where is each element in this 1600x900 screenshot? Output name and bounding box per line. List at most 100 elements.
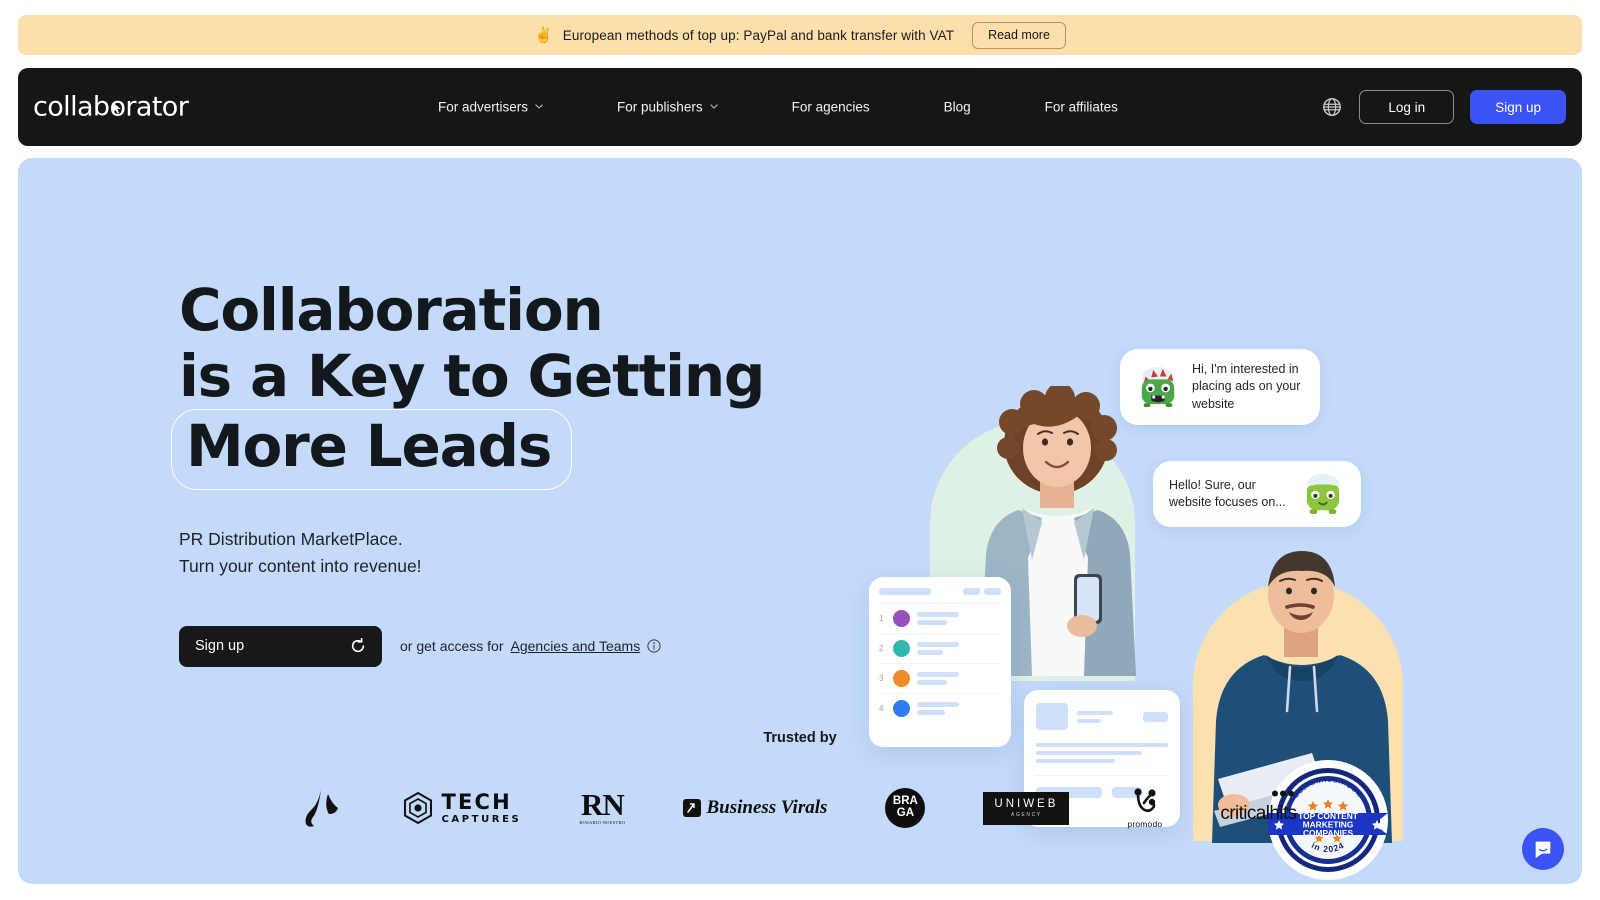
nav-item-for-agencies[interactable]: For agencies: [755, 100, 907, 115]
skeleton-lines: [917, 642, 959, 655]
logo-o-with-cursor: o: [109, 92, 126, 123]
skeleton-lines: [917, 612, 959, 625]
chat-widget-button[interactable]: [1522, 828, 1564, 870]
criticalhits-dots-icon: [1271, 790, 1294, 797]
business-virals-text: Business Virals: [706, 797, 828, 818]
uniweb-box-mark: UNIWEB AGENCY: [983, 791, 1070, 825]
headline-line-2: is a Key to Getting: [179, 341, 765, 410]
braga-logo: BRA GA: [885, 780, 926, 836]
chat-bubble-publisher: Hello! Sure, our website focuses on...: [1153, 461, 1361, 527]
list-item-avatar: [893, 700, 910, 717]
uniweb-sub-text: AGENCY: [1011, 812, 1042, 818]
tech-captures-logo: TECH CAPTURES: [403, 780, 521, 836]
header-actions: Log in Sign up: [1321, 90, 1566, 124]
hero-cta-row: Sign up or get access for Agencies and T…: [179, 625, 819, 667]
nav-label: For publishers: [617, 99, 703, 115]
subtitle-line-1: PR Distribution MarketPlace.: [179, 528, 403, 549]
list-item-avatar: [893, 610, 910, 627]
promodo-logo: promodo: [1127, 780, 1162, 836]
list-item-number: 4: [879, 704, 884, 713]
swoosh-mark-icon: [305, 790, 339, 827]
promo-banner-text: European methods of top up: PayPal and b…: [562, 27, 955, 43]
green-monster-avatar-2: [1306, 473, 1340, 515]
rn-sub-text: ROSARIO NUESTRO: [579, 820, 626, 826]
uniweb-main-text: UNIWEB: [994, 798, 1059, 810]
list-item[interactable]: 2: [879, 633, 1001, 663]
rn-main-text: RN: [581, 786, 625, 822]
list-item[interactable]: 1: [879, 603, 1001, 633]
promo-banner: ✌️ European methods of top up: PayPal an…: [18, 15, 1582, 55]
nav-item-for-publishers[interactable]: For publishers: [580, 100, 755, 115]
swoosh-mark-logo: [303, 780, 345, 836]
braga-sub-text: GA: [896, 807, 915, 819]
nav-label: For affiliates: [1044, 99, 1118, 115]
agencies-and-teams-link[interactable]: Agencies and Teams: [511, 638, 641, 654]
business-virals-logo: Business Virals: [683, 780, 827, 836]
promodo-mark-icon: [1134, 787, 1156, 812]
victory-hand-emoji: ✌️: [534, 26, 553, 44]
list-item-avatar: [893, 670, 910, 687]
chat-bubble-advertiser: Hi, I'm interested in placing ads on you…: [1120, 349, 1320, 425]
cta-note-prefix: or get access for: [400, 638, 504, 655]
agencies-teams-note: or get access for Agencies and Teams: [400, 638, 661, 654]
skeleton-thumbnail: [1036, 703, 1068, 730]
nav-label: For advertisers: [438, 99, 529, 115]
nav-item-for-advertisers[interactable]: For advertisers: [438, 100, 580, 115]
criticalhits-logo: criticalhits: [1220, 780, 1297, 836]
headline-highlight-box: More Leads: [171, 409, 573, 490]
subtitle-line-2: Turn your content into revenue!: [179, 555, 422, 576]
green-monster-avatar: [1141, 366, 1175, 407]
list-item-avatar: [893, 640, 910, 657]
landing-page: ✌️ European methods of top up: PayPal an…: [0, 0, 1600, 900]
chat-bubble-1-text: Hi, I'm interested in placing ads on you…: [1192, 362, 1301, 411]
tech-captures-main-text: TECH: [441, 789, 512, 814]
skeleton-lines: [917, 672, 959, 685]
list-item-number: 3: [879, 674, 884, 683]
cursor-pointer-icon: [113, 102, 122, 114]
log-in-button[interactable]: Log in: [1359, 90, 1455, 124]
nav-item-for-affiliates[interactable]: For affiliates: [1008, 100, 1155, 115]
criticalhits-text: criticalhits: [1220, 803, 1297, 824]
list-item[interactable]: 3: [879, 663, 1001, 693]
uniweb-logo: UNIWEB AGENCY: [983, 780, 1070, 836]
sites-list-card: 1 2 3 4: [869, 577, 1011, 747]
sign-up-button-hero[interactable]: Sign up: [179, 625, 382, 667]
list-item-number: 2: [879, 644, 884, 653]
sign-up-button-header[interactable]: Sign up: [1470, 90, 1566, 124]
site-header: collab o rator For advertisers For publi…: [18, 68, 1582, 146]
skeleton-bar: [984, 588, 1001, 595]
tech-captures-mark-icon: [404, 792, 433, 824]
page-title: Collaboration is a Key to Getting More L…: [171, 276, 819, 490]
nav-label: Blog: [943, 99, 971, 115]
skeleton-lines: [917, 702, 959, 715]
chevron-down-icon: [535, 103, 543, 109]
promodo-text: promodo: [1127, 818, 1163, 829]
skeleton-bar: [963, 588, 980, 595]
trusted-by-title: Trusted by: [763, 730, 837, 746]
chevron-down-icon: [709, 103, 718, 109]
cta-label: Sign up: [195, 638, 245, 655]
list-item-number: 1: [879, 614, 884, 623]
tech-captures-sub-text: CAPTURES: [441, 813, 522, 825]
nav-item-blog[interactable]: Blog: [907, 100, 1008, 115]
hero-section: Collaboration is a Key to Getting More L…: [18, 158, 1582, 884]
hero-subtitle: PR Distribution MarketPlace. Turn your c…: [179, 526, 819, 580]
list-card-header: [879, 588, 1001, 595]
info-icon[interactable]: [647, 639, 661, 653]
hero-illustration: Hi, I'm interested in placing ads on you…: [838, 168, 1438, 880]
nav-label: For agencies: [791, 99, 870, 115]
headline-line-1: Collaboration: [179, 276, 604, 344]
skeleton-bar: [879, 588, 931, 595]
braga-circle-mark: BRA GA: [885, 788, 926, 828]
list-item[interactable]: 4: [879, 693, 1001, 723]
headline-line-3-wrapper: More Leads: [171, 409, 819, 490]
logo-text-after: rator: [125, 91, 189, 123]
business-virals-mark-icon: [683, 799, 702, 817]
globe-icon[interactable]: [1321, 96, 1343, 118]
trusted-by-logos: TECH CAPTURES RN ROSARIO NUESTRO Busines…: [18, 773, 1582, 843]
main-navigation: For advertisers For publishers For agenc…: [438, 100, 1155, 115]
read-more-button[interactable]: Read more: [972, 21, 1066, 49]
rn-logo: RN ROSARIO NUESTRO: [579, 780, 625, 836]
collaborator-logo[interactable]: collab o rator: [33, 91, 189, 123]
chat-bubble-icon: [1535, 841, 1551, 859]
